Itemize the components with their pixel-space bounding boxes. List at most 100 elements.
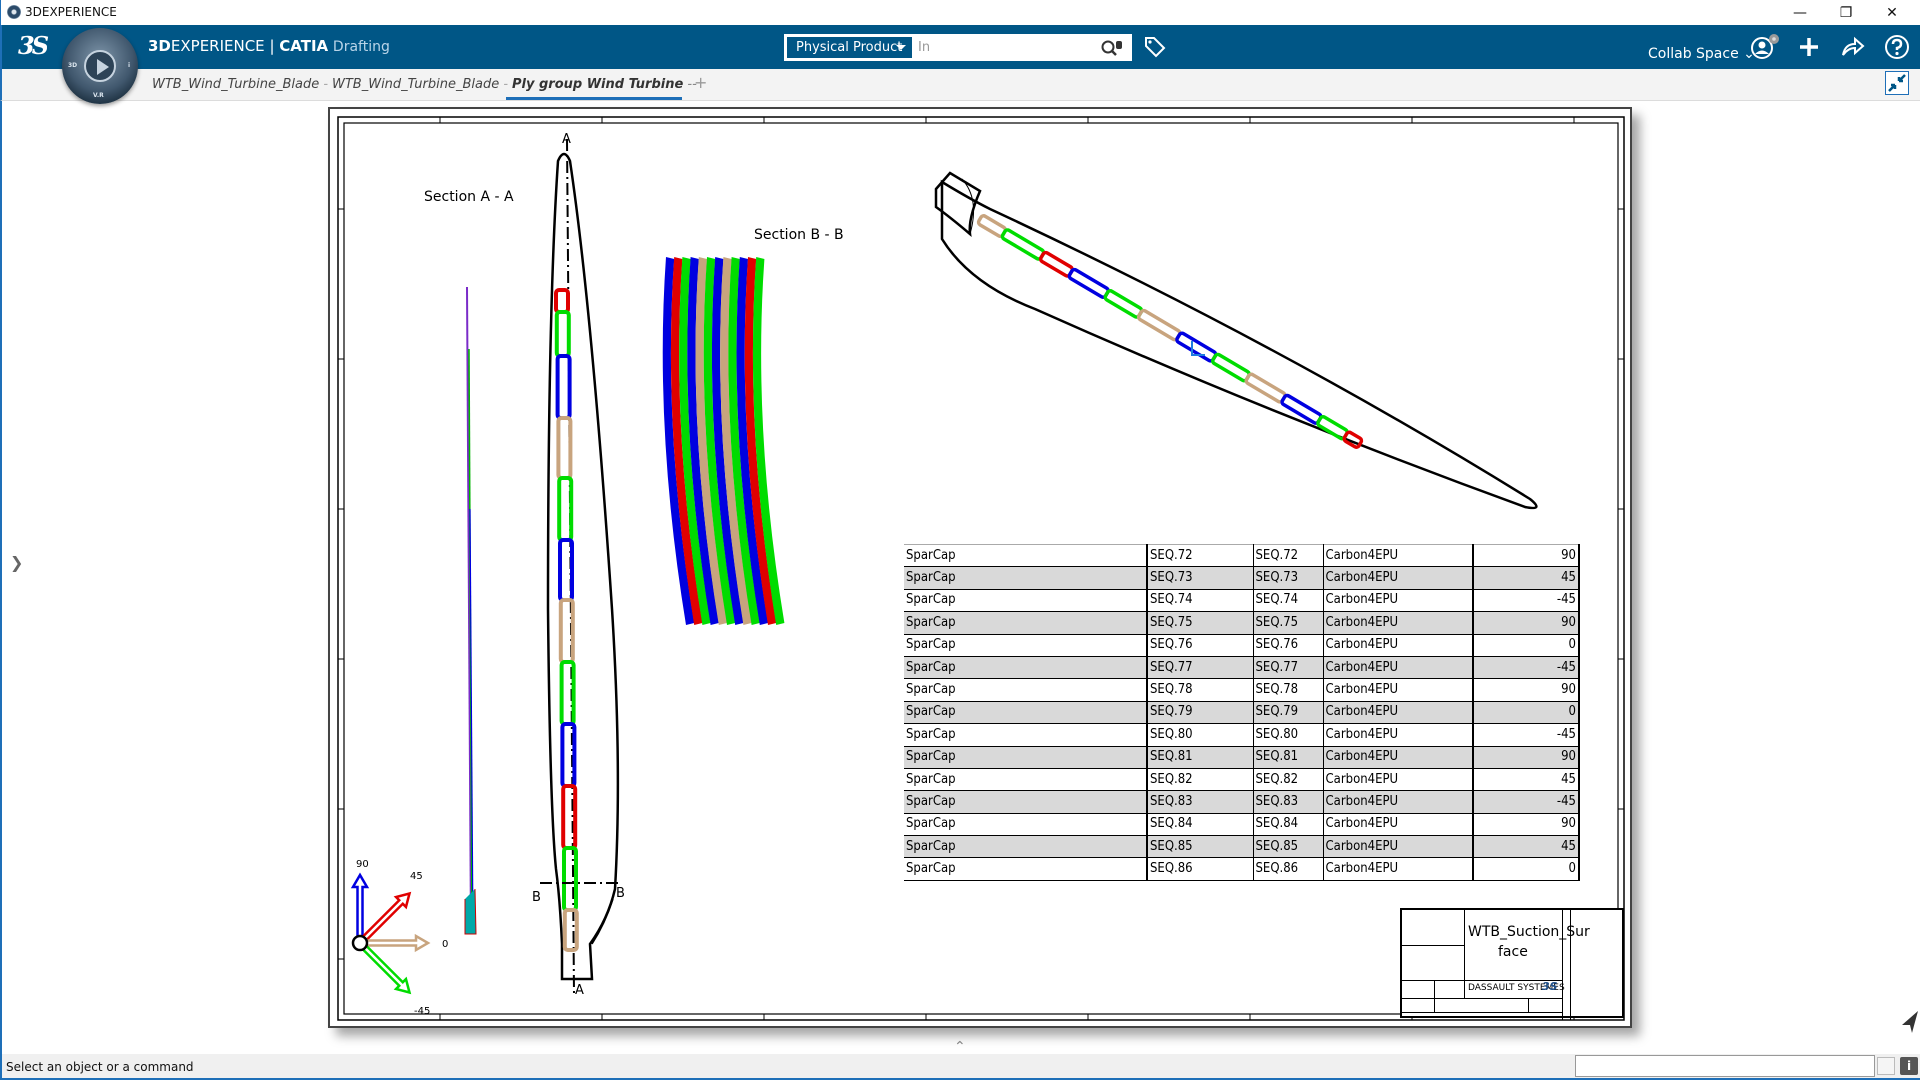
triad-origin [351,934,369,952]
planform-ply-11 [562,908,579,952]
minimize-button[interactable]: — [1777,0,1823,25]
expand-panel-chevron-icon[interactable]: ❯ [10,553,23,572]
collab-space-dropdown[interactable]: Collab Space ⌄ [1648,46,1755,62]
title-block: WTB_Suction_Sur face DASSAULT SYSTEMES 3… [1400,908,1624,1020]
compass-vr-label[interactable]: V.R [93,92,104,99]
cut-label-b-left: B [532,890,541,905]
planform-ply-2 [555,354,572,420]
search-database-icon[interactable] [1100,39,1124,57]
tab-wtb-blade-1[interactable]: WTB_Wind_Turbine_Blade - [152,77,328,92]
search-scope-dropdown[interactable]: Physical Product [787,37,912,58]
iso-ply-6 [1175,331,1218,363]
user-profile-icon[interactable] [1750,32,1780,62]
sequence-cell: SEQ.72 [1146,543,1254,568]
ply-table-row[interactable]: SparCap SEQ.82 SEQ.82 Carbon4EPU 45 [904,767,1580,792]
play-icon[interactable] [84,50,116,82]
ply-group-cell: SparCap [904,566,1148,590]
info-icon[interactable]: i [1900,1057,1918,1075]
orientation-triad: 90 45 0 -45 [350,859,448,1017]
display-toggle-icon[interactable] [1877,1057,1895,1075]
orientation-cell: 0 [1472,633,1580,657]
brand-rest: EXPERIENCE [170,37,265,55]
compass-3d-label[interactable]: 3D [68,62,77,69]
ply-table[interactable]: SparCap SEQ.72 SEQ.72 Carbon4EPU 90 SparCap SE… [904,543,1580,881]
ply-table-row[interactable]: SparCap SEQ.84 SEQ.84 Carbon4EPU 90 [904,812,1580,837]
material-cell: Carbon4EPU [1322,723,1474,747]
collapse-view-button[interactable] [1885,71,1909,95]
sequence-cell: SEQ.75 [1146,611,1254,635]
search-input[interactable] [918,37,1088,58]
panel-corner-icon[interactable] [1900,1011,1918,1033]
drawing-canvas[interactable]: ❯ A A B B Section A - A Section B - B 90… [0,101,1920,1055]
compass-i-label[interactable]: i [128,62,130,69]
material-cell: Carbon4EPU [1322,655,1474,680]
material-cell: Carbon4EPU [1322,857,1474,881]
ply-table-row[interactable]: SparCap SEQ.74 SEQ.74 Carbon4EPU -45 [904,588,1580,613]
tab-ply-group[interactable]: Ply group Wind Turbine -- [512,77,697,92]
add-icon[interactable] [1794,32,1824,62]
ply-table-row[interactable]: SparCap SEQ.73 SEQ.73 Carbon4EPU 45 [904,566,1580,590]
iso-ply-7 [1211,352,1251,383]
tag-icon[interactable] [1140,32,1170,62]
ply-table-row[interactable]: SparCap SEQ.75 SEQ.75 Carbon4EPU 90 [904,611,1580,635]
command-input[interactable] [1575,1055,1875,1077]
section-aa-label: Section A - A [424,189,514,205]
3ds-logo-icon[interactable]: 3S [18,31,49,60]
ply-group-cell: SparCap [904,812,1148,837]
ply-table-row[interactable]: SparCap SEQ.85 SEQ.85 Carbon4EPU 45 [904,835,1580,859]
ply-table-row[interactable]: SparCap SEQ.83 SEQ.83 Carbon4EPU -45 [904,790,1580,814]
sequence-cell: SEQ.78 [1146,678,1254,702]
expand-up-chevron-icon[interactable]: ⌃ [954,1039,966,1055]
ply-table-row[interactable]: SparCap SEQ.79 SEQ.79 Carbon4EPU 0 [904,700,1580,725]
ply-table-row[interactable]: SparCap SEQ.81 SEQ.81 Carbon4EPU 90 [904,745,1580,769]
add-tab-button[interactable]: + [694,73,707,92]
brand-product: CATIA [279,37,329,55]
sequence-cell: SEQ.85 [1146,835,1254,859]
iso-ply-outline [1244,372,1287,404]
iso-ply-outline [1280,393,1323,425]
ply-group-cell: SparCap [904,723,1148,747]
orientation-cell: 90 [1472,611,1580,635]
planform-ply-0 [554,288,570,314]
ply-table-row[interactable]: SparCap SEQ.80 SEQ.80 Carbon4EPU -45 [904,723,1580,747]
sequence-cell: SEQ.83 [1146,790,1254,814]
ply-table-row[interactable]: SparCap SEQ.77 SEQ.77 Carbon4EPU -45 [904,655,1580,680]
top-bar: 3S 3DEXPERIENCE | CATIA Drafting Physica… [0,25,1920,69]
sequence-cell: SEQ.86 [1146,857,1254,881]
ply-table-row[interactable]: SparCap SEQ.78 SEQ.78 Carbon4EPU 90 [904,678,1580,702]
planform-ply-4 [557,476,574,542]
planform-ply-8 [560,722,577,788]
planform-ply-1 [554,310,571,358]
ply-group-cell: SparCap [904,857,1148,881]
material-cell: Carbon4EPU [1322,745,1474,769]
drawing-sheet[interactable]: A A B B Section A - A Section B - B 90 45… [328,107,1632,1028]
ply-table-row[interactable]: SparCap SEQ.72 SEQ.72 Carbon4EPU 90 [904,543,1580,568]
ply-cell: SEQ.79 [1252,700,1324,725]
restore-button[interactable]: ❐ [1823,0,1869,25]
ply-group-cell: SparCap [904,588,1148,613]
iso-ply-8 [1244,372,1287,404]
sequence-cell: SEQ.77 [1146,655,1254,680]
close-button[interactable]: ✕ [1869,0,1915,25]
compass-widget[interactable]: 3D i V.R [62,28,138,104]
planform-ply-7 [559,660,576,726]
ply-cell: SEQ.74 [1252,588,1324,613]
ply-table-row[interactable]: SparCap SEQ.86 SEQ.86 Carbon4EPU 0 [904,857,1580,881]
window-title: 3DEXPERIENCE [25,5,117,19]
app-icon [7,5,21,19]
material-cell: Carbon4EPU [1322,812,1474,837]
sequence-cell: SEQ.84 [1146,812,1254,837]
collapse-arrows-icon [1888,74,1906,92]
iso-ply-outline [1067,267,1110,299]
ply-group-cell: SparCap [904,745,1148,769]
ply-table-row[interactable]: SparCap SEQ.76 SEQ.76 Carbon4EPU 0 [904,633,1580,657]
share-icon[interactable] [1838,32,1868,62]
planform-ply-3 [556,416,573,480]
iso-ply-outline [1342,430,1364,449]
help-icon[interactable] [1882,32,1912,62]
iso-ply-5 [1136,308,1182,342]
planform-ply-5 [558,538,574,602]
window-titlebar: 3DEXPERIENCE — ❐ ✕ [0,0,1920,25]
tab-wtb-blade-2[interactable]: WTB_Wind_Turbine_Blade - [332,77,508,92]
ply-group-cell: SparCap [904,790,1148,814]
